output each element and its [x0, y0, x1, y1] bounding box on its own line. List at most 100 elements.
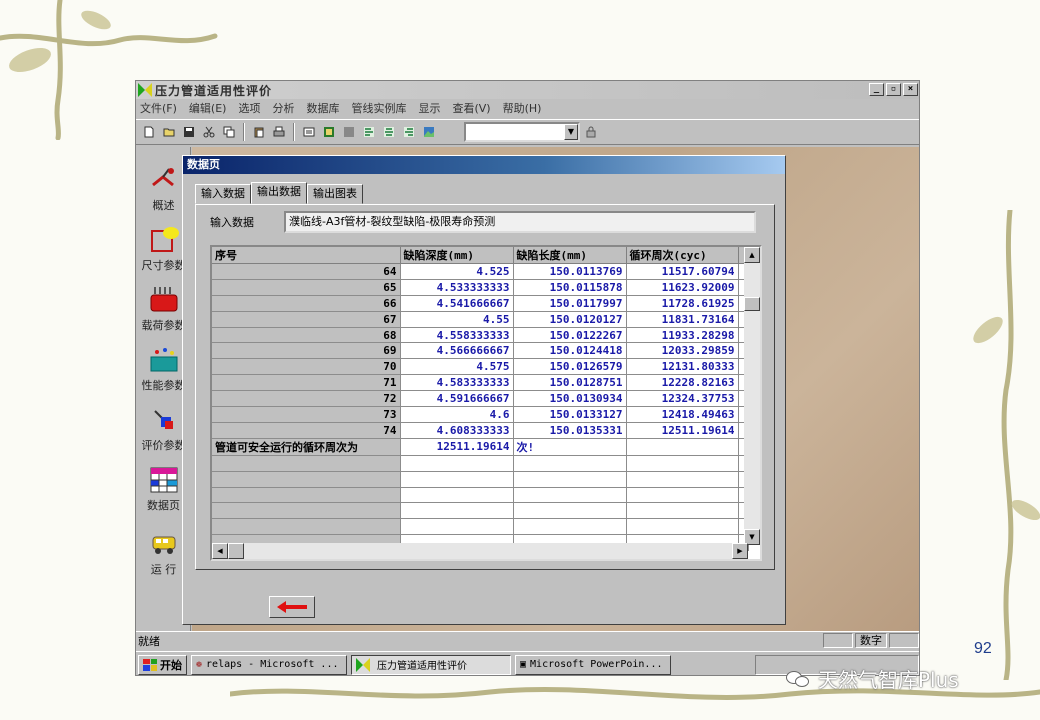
app-logo-icon: [138, 83, 152, 97]
taskbar-item-app[interactable]: 压力管道适用性评价: [351, 654, 511, 675]
cycles-cell: 12228.82163: [626, 374, 739, 392]
start-button[interactable]: 开始: [138, 654, 187, 675]
column-header-length[interactable]: 缺陷长度(mm): [513, 247, 627, 264]
input-data-field[interactable]: 濮临线-A3f管材-裂纹型缺陷-极限寿命预测: [284, 211, 756, 233]
run-icon: [149, 529, 179, 559]
length-cell: 150.0133127: [513, 406, 627, 423]
vine-decoration-right: [973, 210, 1040, 680]
maximize-button[interactable]: ▫: [886, 83, 901, 96]
evaluation-icon: [149, 405, 179, 435]
browser-icon: ❁: [196, 659, 203, 670]
table-row[interactable]: 73 4.6 150.0133127 12418.49463: [212, 406, 749, 423]
menu-view[interactable]: 查看(V): [452, 100, 490, 116]
vertical-scrollbar[interactable]: ▲ ▼: [744, 247, 760, 545]
table-row[interactable]: 68 4.558333333 150.0122267 11933.28298: [212, 327, 749, 344]
workspace-background: 数据页 输入数据 输出数据 输出图表 输入数据 濮临线-A3f管材-裂纹型缺陷-…: [182, 147, 919, 631]
summary-label: 管道可安全运行的循环周次为: [212, 438, 401, 456]
status-bar: 就绪 数字: [136, 631, 919, 649]
length-cell: 150.0124418: [513, 342, 627, 360]
app-logo-icon: [356, 657, 370, 672]
paste-icon[interactable]: [250, 123, 268, 141]
photo-icon[interactable]: [420, 123, 438, 141]
align-right-icon[interactable]: [400, 123, 418, 141]
table-row[interactable]: 64 4.525 150.0113769 11517.60794: [212, 263, 749, 280]
length-cell: 150.0117997: [513, 295, 627, 312]
length-cell: 150.0120127: [513, 311, 627, 328]
depth-cell: 4.525: [400, 263, 514, 280]
table-row[interactable]: 67 4.55 150.0120127 11831.73164: [212, 311, 749, 328]
scroll-left-icon[interactable]: ◀: [212, 543, 228, 559]
chevron-down-icon[interactable]: ▼: [564, 124, 578, 140]
datasheet-icon: [149, 465, 179, 495]
taskbar-item-relaps[interactable]: ❁ relaps - Microsoft ...: [191, 654, 347, 675]
scroll-up-icon[interactable]: ▲: [744, 247, 760, 263]
menu-analysis[interactable]: 分析: [272, 100, 294, 116]
overview-icon: [149, 165, 179, 195]
toolbar-combo[interactable]: ▼: [464, 122, 580, 142]
open-folder-icon[interactable]: [160, 123, 178, 141]
scroll-thumb[interactable]: [744, 297, 760, 311]
depth-cell: 4.566666667: [400, 342, 514, 360]
table-row[interactable]: 65 4.533333333 150.0115878 11623.92009: [212, 279, 749, 296]
output-table: 序号 缺陷深度(mm) 缺陷长度(mm) 循环周次(cyc) 64 4.525 15…: [212, 247, 749, 552]
column-header-index[interactable]: 序号: [212, 247, 401, 264]
lock-icon[interactable]: [582, 123, 600, 141]
table-icon[interactable]: [340, 123, 358, 141]
tab-output-chart[interactable]: 输出图表: [307, 184, 363, 204]
sidebar-item-label: 概述: [152, 199, 175, 212]
row-index-cell: 68: [212, 327, 401, 344]
preview-icon[interactable]: [300, 123, 318, 141]
menu-pipeline-library[interactable]: 管线实例库: [351, 100, 406, 116]
depth-cell: 4.608333333: [400, 422, 514, 439]
back-button[interactable]: [269, 596, 315, 618]
column-header-depth[interactable]: 缺陷深度(mm): [400, 247, 514, 264]
menu-database[interactable]: 数据库: [306, 100, 339, 116]
new-file-icon[interactable]: [140, 123, 158, 141]
copy-icon[interactable]: [220, 123, 238, 141]
minimize-button[interactable]: _: [869, 83, 884, 96]
chart-icon[interactable]: [320, 123, 338, 141]
toolbar-separator: [243, 123, 245, 141]
table-row[interactable]: 70 4.575 150.0126579 12131.80333: [212, 358, 749, 376]
start-label: 开始: [160, 658, 182, 672]
output-data-grid[interactable]: 序号 缺陷深度(mm) 缺陷长度(mm) 循环周次(cyc) 64 4.525 15…: [210, 245, 762, 561]
tab-output-data[interactable]: 输出数据: [251, 182, 307, 204]
cycles-cell: 11831.73164: [626, 311, 739, 328]
close-button[interactable]: ×: [903, 83, 918, 96]
depth-cell: 4.533333333: [400, 279, 514, 296]
load-icon: [149, 285, 179, 315]
print-icon[interactable]: [270, 123, 288, 141]
row-index-cell: 64: [212, 263, 401, 280]
column-header-cycles[interactable]: 循环周次(cyc): [626, 247, 739, 264]
align-center-icon[interactable]: [380, 123, 398, 141]
depth-cell: 4.55: [400, 311, 514, 328]
align-left-icon[interactable]: [360, 123, 378, 141]
status-pane: [823, 633, 853, 648]
table-row[interactable]: 71 4.583333333 150.0128751 12228.82163: [212, 374, 749, 392]
table-row[interactable]: 72 4.591666667 150.0130934 12324.37753: [212, 390, 749, 408]
scroll-thumb-horizontal[interactable]: [228, 543, 244, 559]
table-row[interactable]: 66 4.541666667 150.0117997 11728.61925: [212, 295, 749, 312]
dialog-title[interactable]: 数据页: [183, 156, 785, 174]
length-cell: 150.0130934: [513, 390, 627, 408]
cut-icon[interactable]: [200, 123, 218, 141]
horizontal-scrollbar[interactable]: ◀ ▶: [212, 543, 748, 559]
tab-input-data[interactable]: 输入数据: [195, 184, 251, 204]
cycles-cell: 11728.61925: [626, 295, 739, 312]
menu-display[interactable]: 显示: [418, 100, 440, 116]
menu-options[interactable]: 选项: [238, 100, 260, 116]
menu-file[interactable]: 文件(F): [140, 100, 177, 116]
taskbar-item-powerpoint[interactable]: ▣ Microsoft PowerPoin...: [515, 654, 671, 675]
performance-icon: [149, 345, 179, 375]
data-dialog: 数据页 输入数据 输出数据 输出图表 输入数据 濮临线-A3f管材-裂纹型缺陷-…: [182, 155, 786, 625]
scroll-right-icon[interactable]: ▶: [732, 543, 748, 559]
depth-cell: 4.591666667: [400, 390, 514, 408]
table-row[interactable]: 69 4.566666667 150.0124418 12033.29859: [212, 342, 749, 360]
menu-help[interactable]: 帮助(H): [503, 100, 542, 116]
table-row[interactable]: 74 4.608333333 150.0135331 12511.19614: [212, 422, 749, 439]
save-icon[interactable]: [180, 123, 198, 141]
length-cell: 150.0113769: [513, 263, 627, 280]
title-bar[interactable]: 压力管道适用性评价 _ ▫ ×: [136, 81, 919, 99]
cycles-cell: 12511.19614: [626, 422, 739, 439]
menu-edit[interactable]: 编辑(E): [189, 100, 227, 116]
